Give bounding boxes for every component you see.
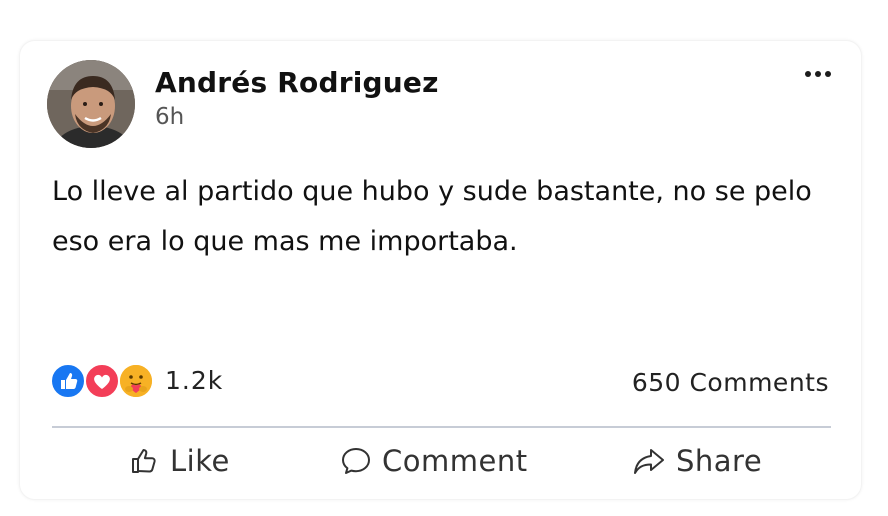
share-button[interactable]: Share	[632, 439, 762, 483]
comments-count[interactable]: 650 Comments	[632, 368, 829, 397]
share-label: Share	[676, 444, 763, 478]
care-reaction-icon	[118, 363, 154, 399]
post-card: Andrés Rodriguez 6h Lo lleve al partido …	[19, 40, 862, 500]
comment-label: Comment	[382, 444, 528, 478]
like-label: Like	[170, 444, 230, 478]
share-arrow-icon	[634, 449, 664, 474]
comment-bubble-icon	[342, 448, 370, 474]
dot	[825, 71, 831, 77]
avatar[interactable]	[47, 60, 135, 148]
post-timestamp[interactable]: 6h	[155, 104, 184, 130]
more-options-icon[interactable]	[803, 63, 833, 83]
thumbs-up-icon	[132, 449, 156, 473]
like-reaction-icon	[50, 363, 86, 399]
dot	[815, 71, 821, 77]
reactions-count[interactable]: 1.2k	[165, 366, 223, 395]
post-text: Lo lleve al partido que hubo y sude bast…	[52, 176, 812, 257]
love-reaction-icon	[84, 363, 120, 399]
dot	[805, 71, 811, 77]
divider	[52, 426, 831, 428]
like-button[interactable]: Like	[130, 439, 230, 483]
author-name[interactable]: Andrés Rodriguez	[155, 66, 439, 99]
reaction-icons[interactable]	[50, 363, 170, 399]
comment-button[interactable]: Comment	[340, 439, 528, 483]
